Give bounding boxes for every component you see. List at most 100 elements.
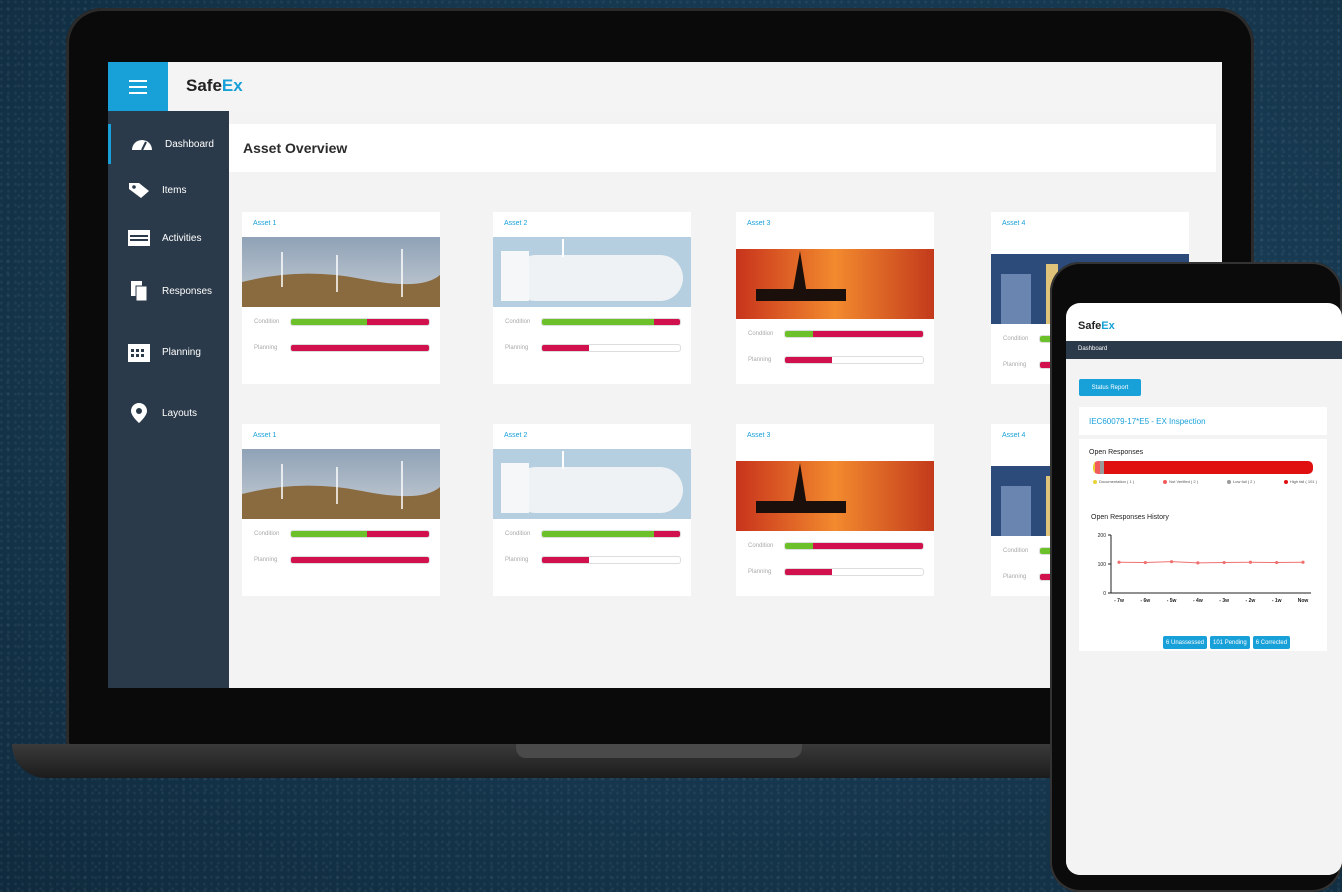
condition-row: Condition bbox=[505, 317, 681, 327]
x-tick-label: - 6w bbox=[1140, 598, 1150, 604]
legend-item: High fail ( 101 ) bbox=[1283, 479, 1317, 484]
mobile-nav-label[interactable]: Dashboard bbox=[1078, 346, 1107, 352]
condition-row: Condition bbox=[748, 329, 924, 339]
mobile-nav-bar: Dashboard bbox=[1066, 341, 1342, 359]
asset-image bbox=[736, 461, 934, 531]
asset-card[interactable]: Asset 3 Condition Planning bbox=[736, 212, 934, 384]
open-responses-card: Open Responses Documentation ( 1 ) Not V… bbox=[1079, 439, 1327, 651]
planning-label: Planning bbox=[1003, 362, 1027, 368]
asset-image bbox=[736, 249, 934, 319]
series-point bbox=[1248, 560, 1253, 564]
asset-card-title: Asset 3 bbox=[747, 432, 771, 439]
condition-label: Condition bbox=[748, 331, 774, 337]
condition-bar bbox=[784, 542, 924, 550]
planning-bar bbox=[784, 356, 924, 364]
asset-card-title: Asset 1 bbox=[253, 432, 277, 439]
calendar-card-icon bbox=[127, 229, 151, 247]
asset-image bbox=[242, 449, 440, 519]
safeex-logo[interactable]: SafeEx bbox=[186, 76, 243, 96]
planning-row: Planning bbox=[254, 555, 430, 565]
asset-card-title: Asset 4 bbox=[1002, 220, 1026, 227]
map-pin-icon bbox=[127, 401, 151, 425]
mobile-body: Status Report IEC60079-17*E5 - EX Inspec… bbox=[1066, 359, 1342, 875]
pending-pill[interactable]: 101 Pending bbox=[1210, 636, 1250, 649]
asset-card[interactable]: Asset 1 Condition Planning bbox=[242, 424, 440, 596]
series-point bbox=[1169, 560, 1174, 564]
documents-icon bbox=[127, 279, 151, 303]
open-responses-legend: Documentation ( 1 ) Not Verified ( 2 ) L… bbox=[1093, 479, 1317, 484]
dashboard-gauge-icon bbox=[130, 137, 154, 151]
asset-image bbox=[242, 237, 440, 307]
condition-row: Condition bbox=[748, 541, 924, 551]
status-report-button[interactable]: Status Report bbox=[1079, 379, 1141, 396]
mobile-safeex-logo[interactable]: SafeEx bbox=[1078, 320, 1115, 332]
sidebar-item-layouts[interactable]: Layouts bbox=[108, 393, 229, 433]
condition-bar bbox=[784, 330, 924, 338]
planning-row: Planning bbox=[505, 555, 681, 565]
asset-card[interactable]: Asset 2 Condition Planning bbox=[493, 212, 691, 384]
y-tick-label: 100 bbox=[1098, 562, 1107, 568]
unassessed-pill[interactable]: 6 Unassessed bbox=[1163, 636, 1208, 649]
sidebar-item-activities[interactable]: Activities bbox=[108, 218, 229, 258]
history-chart: 0 100 200 - 7w - 6w - 5w - 4w - 3w - 2w - 1w Now bbox=[1098, 533, 1311, 604]
bar-segment-high-fail bbox=[1103, 461, 1313, 474]
sidebar-item-label: Layouts bbox=[162, 407, 198, 419]
x-tick-label: - 4w bbox=[1193, 598, 1203, 604]
tag-icon bbox=[127, 181, 151, 199]
inspection-title: IEC60079-17*E5 - EX Inspection bbox=[1089, 417, 1206, 426]
sidebar: Dashboard Items Activities Responses Pla… bbox=[108, 111, 229, 688]
corrected-pill[interactable]: 6 Corrected bbox=[1252, 636, 1291, 649]
history-chart-title: Open Responses History bbox=[1091, 514, 1169, 521]
condition-bar bbox=[541, 318, 681, 326]
condition-row: Condition bbox=[254, 529, 430, 539]
planning-bar bbox=[784, 568, 924, 576]
sidebar-item-dashboard[interactable]: Dashboard bbox=[108, 124, 229, 164]
condition-label: Condition bbox=[1003, 336, 1029, 342]
top-bar: SafeEx bbox=[108, 62, 1222, 111]
asset-card[interactable]: Asset 3 Condition Planning bbox=[736, 424, 934, 596]
series-point bbox=[1117, 560, 1121, 564]
condition-row: Condition bbox=[505, 529, 681, 539]
planning-bar bbox=[290, 344, 430, 352]
asset-card[interactable]: Asset 2 Condition Planning bbox=[493, 424, 691, 596]
calendar-grid-icon bbox=[127, 341, 151, 363]
x-tick-label: - 2w bbox=[1246, 598, 1256, 604]
planning-bar bbox=[290, 556, 430, 564]
hamburger-menu-icon[interactable] bbox=[108, 62, 168, 111]
planning-bar bbox=[541, 556, 681, 564]
series-point bbox=[1301, 560, 1305, 564]
open-responses-bar bbox=[1093, 461, 1313, 474]
planning-label: Planning bbox=[1003, 574, 1027, 580]
condition-row: Condition bbox=[254, 317, 430, 327]
y-tick-label: 200 bbox=[1098, 533, 1107, 539]
asset-card[interactable]: Asset 1 Condition Planning bbox=[242, 212, 440, 384]
x-tick-label: Now bbox=[1298, 598, 1309, 604]
sidebar-item-planning[interactable]: Planning bbox=[108, 332, 229, 372]
planning-row: Planning bbox=[748, 355, 924, 365]
series-point bbox=[1275, 560, 1279, 565]
condition-bar bbox=[541, 530, 681, 538]
series-point bbox=[1143, 560, 1147, 565]
sidebar-item-responses[interactable]: Responses bbox=[108, 271, 229, 311]
condition-label: Condition bbox=[505, 319, 531, 325]
x-tick-label: - 7w bbox=[1114, 598, 1124, 604]
condition-bar bbox=[290, 318, 430, 326]
condition-bar bbox=[290, 530, 430, 538]
planning-label: Planning bbox=[254, 345, 278, 351]
inspection-card[interactable]: IEC60079-17*E5 - EX Inspection bbox=[1079, 407, 1327, 435]
sidebar-item-label: Planning bbox=[162, 346, 201, 358]
x-tick-label: - 1w bbox=[1272, 598, 1282, 604]
legend-item: Documentation ( 1 ) bbox=[1093, 479, 1134, 484]
planning-row: Planning bbox=[505, 343, 681, 353]
legend-item: Not Verified ( 2 ) bbox=[1163, 479, 1198, 484]
asset-image bbox=[493, 449, 691, 519]
asset-card-title: Asset 1 bbox=[253, 220, 277, 227]
series-point bbox=[1196, 561, 1200, 565]
sidebar-item-items[interactable]: Items bbox=[108, 170, 229, 210]
x-tick-label: - 3w bbox=[1219, 598, 1229, 604]
asset-card-title: Asset 3 bbox=[747, 220, 771, 227]
planning-bar bbox=[541, 344, 681, 352]
planning-label: Planning bbox=[505, 557, 529, 563]
series-point bbox=[1222, 560, 1226, 565]
planning-label: Planning bbox=[254, 557, 278, 563]
